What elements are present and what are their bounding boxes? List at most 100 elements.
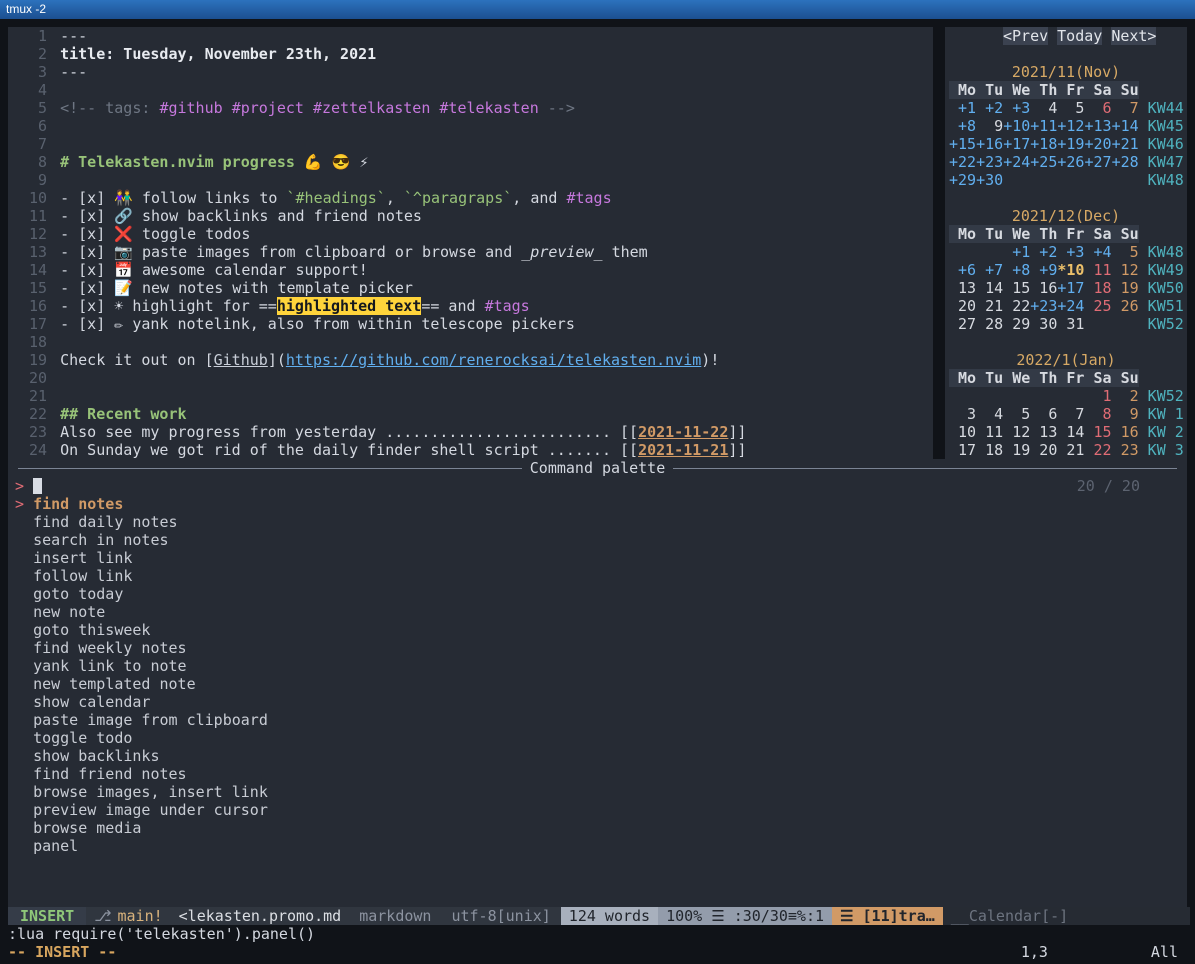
- calendar-day[interactable]: +27: [1084, 153, 1111, 171]
- calendar-day[interactable]: 29: [1003, 315, 1030, 333]
- calendar-day[interactable]: 14: [976, 279, 1003, 297]
- calendar-day[interactable]: 13: [949, 279, 976, 297]
- calendar-day[interactable]: 28: [976, 315, 1003, 333]
- calendar-day[interactable]: +23: [1030, 297, 1057, 315]
- palette-item[interactable]: show backlinks: [8, 747, 1187, 765]
- calendar-day[interactable]: +24: [1057, 297, 1084, 315]
- palette-item[interactable]: browse images, insert link: [8, 783, 1187, 801]
- calendar-day[interactable]: *10: [1057, 261, 1084, 279]
- palette-item[interactable]: goto today: [8, 585, 1187, 603]
- palette-item[interactable]: toggle todo: [8, 729, 1187, 747]
- calendar-day[interactable]: +30: [976, 171, 1003, 189]
- calendar-day[interactable]: 7: [1112, 99, 1139, 117]
- calendar-day[interactable]: 15: [1003, 279, 1030, 297]
- calendar-day[interactable]: 9: [1112, 405, 1139, 423]
- calendar-day[interactable]: 15: [1084, 423, 1111, 441]
- calendar-day[interactable]: +8: [949, 117, 976, 135]
- calendar-day[interactable]: 8: [1084, 405, 1111, 423]
- palette-item[interactable]: search in notes: [8, 531, 1187, 549]
- calendar-day[interactable]: +1: [949, 99, 976, 117]
- calendar-day[interactable]: +29: [949, 171, 976, 189]
- calendar-day[interactable]: 30: [1030, 315, 1057, 333]
- calendar-day[interactable]: 2: [1112, 387, 1139, 405]
- calendar-day[interactable]: 26: [1112, 297, 1139, 315]
- calendar-day[interactable]: +25: [1030, 153, 1057, 171]
- calendar-day[interactable]: 21: [976, 297, 1003, 315]
- palette-item[interactable]: find friend notes: [8, 765, 1187, 783]
- calendar-day[interactable]: 23: [1112, 441, 1139, 459]
- calendar-day[interactable]: 6: [1030, 405, 1057, 423]
- palette-item[interactable]: find weekly notes: [8, 639, 1187, 657]
- calendar-day[interactable]: +1: [1003, 243, 1030, 261]
- calendar-day[interactable]: +3: [1003, 99, 1030, 117]
- palette-item[interactable]: panel: [8, 837, 1187, 855]
- palette-item[interactable]: new note: [8, 603, 1187, 621]
- calendar-day[interactable]: +4: [1084, 243, 1111, 261]
- calendar-day[interactable]: 13: [1030, 423, 1057, 441]
- calendar-sidebar[interactable]: <PrevTodayNext>2021/11(Nov) Mo Tu We Th …: [945, 27, 1187, 459]
- palette-item[interactable]: follow link: [8, 567, 1187, 585]
- calendar-day[interactable]: +17: [1003, 135, 1030, 153]
- calendar-day[interactable]: 22: [1003, 297, 1030, 315]
- calendar-day[interactable]: 3: [949, 405, 976, 423]
- calendar-day[interactable]: 11: [1084, 261, 1111, 279]
- calendar-day[interactable]: +18: [1030, 135, 1057, 153]
- calendar-day[interactable]: +13: [1084, 117, 1111, 135]
- calendar-day[interactable]: 25: [1084, 297, 1111, 315]
- palette-item[interactable]: paste image from clipboard: [8, 711, 1187, 729]
- palette-item[interactable]: > find notes: [8, 495, 1187, 513]
- calendar-day[interactable]: 9: [976, 117, 1003, 135]
- palette-item[interactable]: find daily notes: [8, 513, 1187, 531]
- calendar-day[interactable]: 11: [976, 423, 1003, 441]
- calendar-day[interactable]: 7: [1057, 405, 1084, 423]
- calendar-day[interactable]: +21: [1112, 135, 1139, 153]
- calendar-day[interactable]: 14: [1057, 423, 1084, 441]
- calendar-next-button[interactable]: Next>: [1111, 27, 1156, 45]
- editor-buffer[interactable]: 1--- 2title: Tuesday, November 23th, 202…: [8, 27, 933, 459]
- calendar-day[interactable]: +17: [1057, 279, 1084, 297]
- command-line[interactable]: :lua require('telekasten').panel(): [8, 925, 1187, 943]
- calendar-day[interactable]: 31: [1057, 315, 1084, 333]
- calendar-day[interactable]: +23: [976, 153, 1003, 171]
- calendar-day[interactable]: 12: [1003, 423, 1030, 441]
- calendar-day[interactable]: +28: [1112, 153, 1139, 171]
- calendar-day[interactable]: +11: [1030, 117, 1057, 135]
- calendar-day[interactable]: +9: [1030, 261, 1057, 279]
- calendar-day[interactable]: 17: [949, 441, 976, 459]
- calendar-day[interactable]: +16: [976, 135, 1003, 153]
- calendar-day[interactable]: 6: [1084, 99, 1111, 117]
- calendar-day[interactable]: +2: [1030, 243, 1057, 261]
- calendar-day[interactable]: 4: [1030, 99, 1057, 117]
- calendar-day[interactable]: 27: [949, 315, 976, 333]
- calendar-day[interactable]: +22: [949, 153, 976, 171]
- palette-item[interactable]: show calendar: [8, 693, 1187, 711]
- palette-item[interactable]: yank link to note: [8, 657, 1187, 675]
- calendar-day[interactable]: 4: [976, 405, 1003, 423]
- calendar-day[interactable]: 20: [949, 297, 976, 315]
- palette-item[interactable]: goto thisweek: [8, 621, 1187, 639]
- calendar-day[interactable]: 10: [949, 423, 976, 441]
- palette-item[interactable]: insert link: [8, 549, 1187, 567]
- calendar-day[interactable]: 16: [1030, 279, 1057, 297]
- calendar-day[interactable]: 18: [1084, 279, 1111, 297]
- calendar-today-button[interactable]: Today: [1057, 27, 1102, 45]
- calendar-day[interactable]: 19: [1003, 441, 1030, 459]
- calendar-day[interactable]: 12: [1112, 261, 1139, 279]
- calendar-day[interactable]: +8: [1003, 261, 1030, 279]
- calendar-day[interactable]: +3: [1057, 243, 1084, 261]
- calendar-day[interactable]: +15: [949, 135, 976, 153]
- calendar-day[interactable]: 1: [1084, 387, 1111, 405]
- calendar-day[interactable]: 5: [1112, 243, 1139, 261]
- palette-item[interactable]: new templated note: [8, 675, 1187, 693]
- calendar-day[interactable]: +19: [1057, 135, 1084, 153]
- calendar-day[interactable]: +6: [949, 261, 976, 279]
- calendar-day[interactable]: 21: [1057, 441, 1084, 459]
- calendar-day[interactable]: 5: [1057, 99, 1084, 117]
- calendar-day[interactable]: +14: [1112, 117, 1139, 135]
- calendar-day[interactable]: 18: [976, 441, 1003, 459]
- calendar-day[interactable]: +7: [976, 261, 1003, 279]
- calendar-prev-button[interactable]: <Prev: [1003, 27, 1048, 45]
- calendar-day[interactable]: 22: [1084, 441, 1111, 459]
- palette-prompt[interactable]: > 20 / 20: [8, 477, 1187, 495]
- calendar-day[interactable]: +20: [1084, 135, 1111, 153]
